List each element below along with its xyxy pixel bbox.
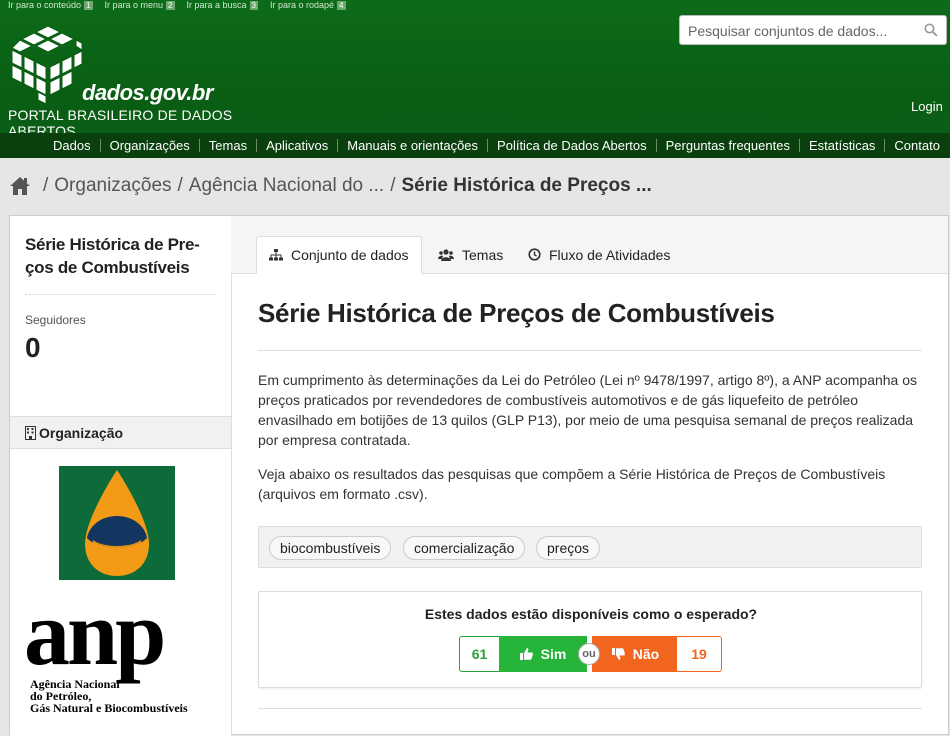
site-header: Ir para o conteúdo 1 Ir para o menu 2 Ir p… [0,0,950,158]
drop-logo-icon [85,470,149,576]
skip-link-footer[interactable]: Ir para o rodapé 4 [270,0,346,10]
site-logo[interactable]: dados.gov.br PORTAL BRASILEIRO DE DADOS … [8,24,293,139]
breadcrumb-current[interactable]: Série Histórica de Preços ... [401,175,651,197]
nav-item-politica[interactable]: Política de Dados Abertos [487,139,656,152]
vote-yes-label: Sim [540,646,567,662]
followers-count: 0 [25,332,41,363]
skip-links: Ir para o conteúdo 1 Ir para o menu 2 Ir p… [8,0,358,10]
divider [25,294,215,295]
breadcrumb-separator: / [390,175,396,196]
main-content: Conjunto de dados Temas Fluxo de Ativida… [231,216,948,736]
organization-logo-wordmark: anp [24,582,166,684]
dataset-description-note: Veja abaixo os resultados das pesquisas … [258,466,886,502]
dataset-title-sidebar: Série Histórica de Pre-ços de Combustíve… [25,235,200,277]
search-input[interactable] [686,16,920,46]
nav-item-estatisticas[interactable]: Estatísticas [798,139,884,152]
tags-list: biocombustíveis comercialização preços [258,526,922,568]
search-box [679,15,947,46]
organization-logo-image[interactable] [59,466,175,580]
vote-no-label: Não [632,646,660,662]
organization-logo-subtitle: Agência Nacional do Petróleo, Gás Natura… [30,677,188,715]
nav-item-manuais[interactable]: Manuais e orientações [337,139,487,152]
skip-link-menu[interactable]: Ir para o menu 2 [105,0,175,10]
cube-logo-icon [11,25,83,105]
organization-header: Organização [10,416,231,449]
nav-item-temas[interactable]: Temas [198,139,256,152]
nav-item-aplicativos[interactable]: Aplicativos [256,139,337,152]
skip-link-content[interactable]: Ir para o conteúdo 1 [8,0,93,10]
sidebar: Série Histórica de Pre-ços de Combustíve… [10,216,232,736]
search-icon[interactable] [924,23,938,37]
page-wrapper: Série Histórica de Pre-ços de Combustíve… [9,215,949,736]
organization-label: Organização [39,425,124,441]
login-link[interactable]: Login [911,99,943,114]
vote-widget: 61 Sim ou Não 19 [459,636,722,672]
breadcrumb-separator: / [43,175,49,196]
nav-item-organizacoes[interactable]: Organizações [99,139,199,152]
vote-no-button[interactable]: Não [592,636,679,672]
breadcrumb-organizacoes[interactable]: Organizações [54,175,171,197]
divider [258,708,922,709]
thumbs-up-icon [519,648,533,660]
home-icon[interactable] [9,176,31,196]
nav-item-dados[interactable]: Dados [44,139,100,152]
page-title: Série Histórica de Preços de Combustívei… [258,298,775,328]
followers-label: Seguidores [25,313,86,327]
tab-label: Temas [462,246,504,263]
tab-label: Fluxo de Atividades [549,246,671,263]
tabs-bar: Conjunto de dados Temas Fluxo de Ativida… [231,216,948,274]
feedback-panel: Estes dados estão disponíveis como o esp… [258,591,922,688]
vote-or-separator: ou [578,643,600,665]
nav-item-perguntas[interactable]: Perguntas frequentes [655,139,799,152]
dataset-description: Em cumprimento às determinações da Lei d… [258,372,918,448]
feedback-question: Estes dados estão disponíveis como o esp… [424,606,758,622]
main-nav: Dados Organizações Temas Aplicativos Man… [0,133,950,158]
tag-biocombustiveis[interactable]: biocombustíveis [269,536,392,560]
brand-name: dados.gov.br [82,80,213,105]
tab-temas[interactable]: Temas [438,236,503,273]
tab-conjunto-de-dados[interactable]: Conjunto de dados [256,236,422,274]
skip-link-search[interactable]: Ir para a busca 3 [187,0,258,10]
tab-label: Conjunto de dados [291,247,409,263]
breadcrumb-agencia[interactable]: Agência Nacional do ... [189,175,384,197]
nav-item-contato[interactable]: Contato [884,139,949,152]
tag-precos[interactable]: preços [536,536,601,560]
clock-icon [528,248,541,261]
divider [258,350,922,351]
breadcrumb: / Organizações / Agência Nacional do ...… [9,175,652,197]
tab-fluxo-de-atividades[interactable]: Fluxo de Atividades [528,236,670,273]
sitemap-icon [269,249,283,261]
building-icon [25,426,36,440]
thumbs-down-icon [611,648,625,660]
tag-comercializacao[interactable]: comercialização [403,536,526,560]
breadcrumb-separator: / [177,175,183,196]
no-count: 19 [677,636,722,672]
vote-yes-button[interactable]: Sim [499,636,587,672]
yes-count: 61 [459,636,499,672]
users-icon [438,248,454,261]
